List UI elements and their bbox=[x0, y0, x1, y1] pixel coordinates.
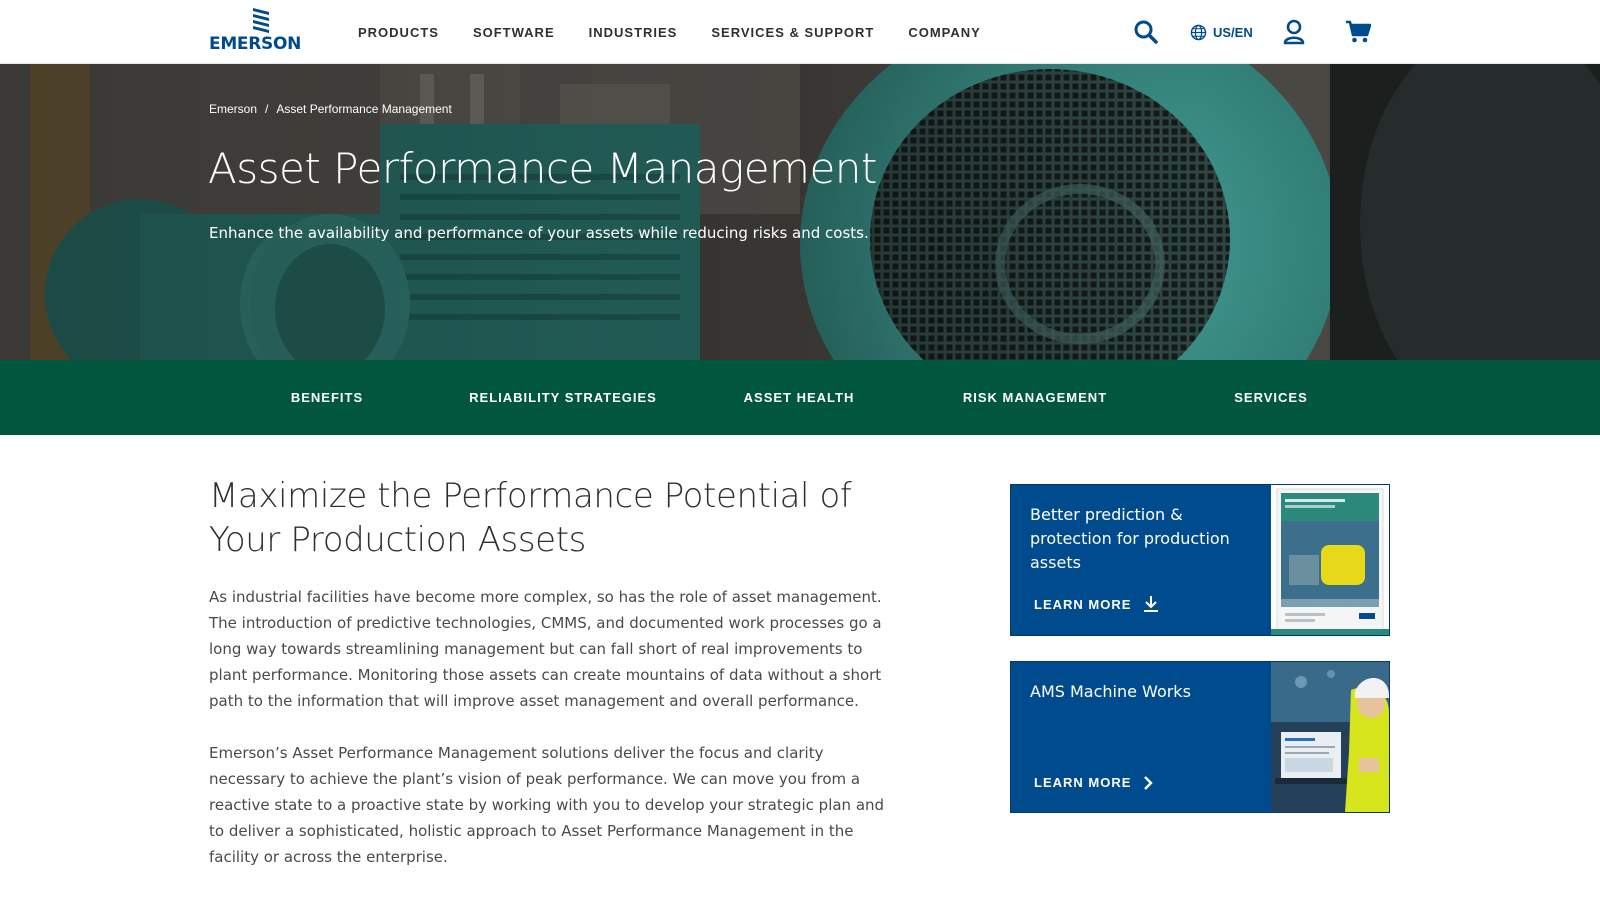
download-icon bbox=[1143, 595, 1159, 613]
card-cta-label: LEARN MORE bbox=[1034, 775, 1132, 790]
nav-industries[interactable]: INDUSTRIES bbox=[589, 25, 678, 40]
search-button[interactable] bbox=[1133, 0, 1159, 64]
learn-more-link[interactable]: LEARN MORE bbox=[1034, 775, 1154, 790]
solutions-paragraph: Emerson’s Asset Performance Management s… bbox=[209, 744, 885, 866]
breadcrumb: Emerson / Asset Performance Management bbox=[209, 102, 460, 116]
section-heading: Maximize the Performance Potential of Yo… bbox=[209, 476, 852, 560]
breadcrumb-current: Asset Performance Management bbox=[276, 102, 452, 116]
page-title: Asset Performance Management bbox=[208, 144, 877, 193]
card-title: AMS Machine Works bbox=[1030, 682, 1191, 701]
logo-text: EMERSON bbox=[209, 34, 302, 54]
subnav-reliability-strategies[interactable]: RELIABILITY STRATEGIES bbox=[469, 360, 657, 435]
promo-card-prediction[interactable]: Better prediction & protection for produ… bbox=[1010, 484, 1390, 636]
nav-software[interactable]: SOFTWARE bbox=[473, 25, 555, 40]
chevron-right-icon bbox=[1143, 775, 1154, 790]
locale-selector[interactable]: US/EN bbox=[1190, 0, 1253, 64]
engineer-laptop-image bbox=[1271, 662, 1389, 812]
subnav-services[interactable]: SERVICES bbox=[1234, 360, 1308, 435]
nav-products[interactable]: PRODUCTS bbox=[358, 25, 439, 40]
cart-button[interactable] bbox=[1345, 0, 1371, 64]
search-icon bbox=[1134, 20, 1158, 44]
learn-more-download-link[interactable]: LEARN MORE bbox=[1034, 595, 1159, 613]
page-subtitle: Enhance the availability and performance… bbox=[209, 224, 869, 242]
emerson-logo-mark-icon bbox=[253, 8, 269, 33]
breadcrumb-separator: / bbox=[265, 102, 269, 116]
user-icon bbox=[1283, 19, 1305, 45]
hero-banner: Emerson / Asset Performance Management A… bbox=[0, 64, 1600, 360]
section-subnav: BENEFITS RELIABILITY STRATEGIES ASSET HE… bbox=[0, 360, 1600, 435]
intro-paragraph: As industrial facilities have become mor… bbox=[209, 588, 882, 710]
locale-label: US/EN bbox=[1213, 24, 1253, 40]
site-header: EMERSON PRODUCTS SOFTWARE INDUSTRIES SER… bbox=[0, 0, 1600, 64]
account-button[interactable] bbox=[1283, 0, 1305, 64]
main-nav: PRODUCTS SOFTWARE INDUSTRIES SERVICES & … bbox=[358, 0, 1015, 64]
breadcrumb-home-link[interactable]: Emerson bbox=[209, 102, 257, 116]
cart-icon bbox=[1346, 20, 1371, 43]
globe-icon bbox=[1190, 24, 1207, 40]
emerson-logo[interactable]: EMERSON bbox=[209, 6, 313, 54]
subnav-benefits[interactable]: BENEFITS bbox=[291, 360, 363, 435]
subnav-asset-health[interactable]: ASSET HEALTH bbox=[744, 360, 855, 435]
nav-services-support[interactable]: SERVICES & SUPPORT bbox=[711, 25, 874, 40]
card-cta-label: LEARN MORE bbox=[1034, 596, 1132, 612]
promo-card-ams-machine-works[interactable]: AMS Machine Works LEARN MORE bbox=[1010, 661, 1390, 813]
card-title: Better prediction & protection for produ… bbox=[1030, 505, 1230, 572]
subnav-risk-management[interactable]: RISK MANAGEMENT bbox=[963, 360, 1107, 435]
brochure-thumbnail bbox=[1271, 485, 1389, 635]
nav-company[interactable]: COMPANY bbox=[908, 25, 980, 40]
